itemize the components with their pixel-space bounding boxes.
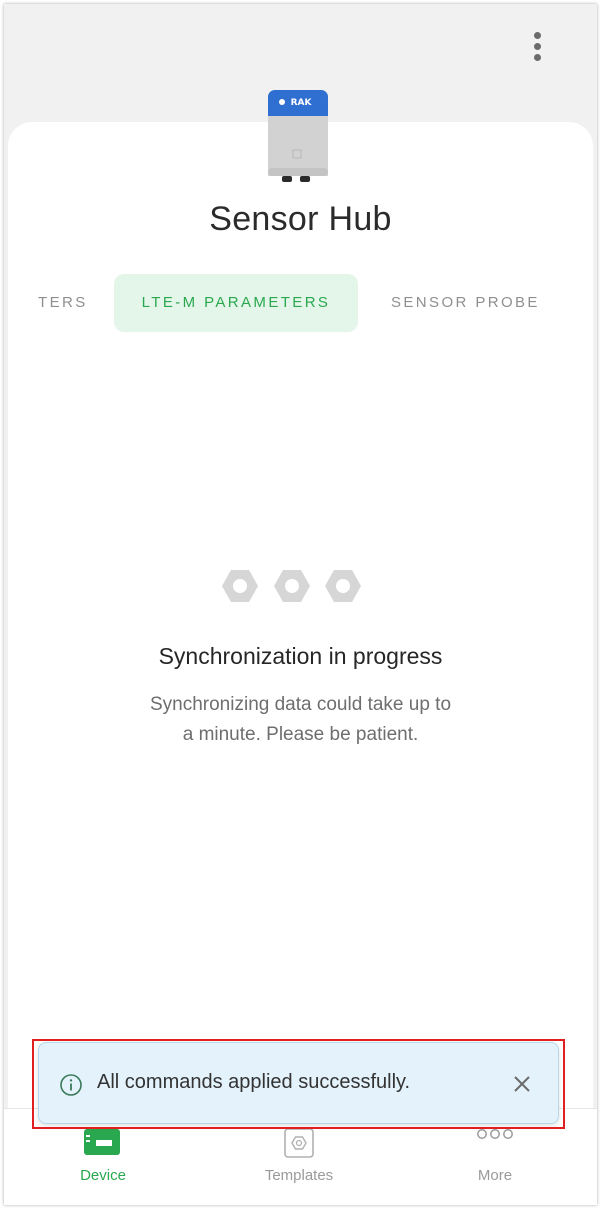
hex-nut-icon [274,570,310,602]
device-icon [84,1129,120,1155]
success-toast: All commands applied successfully. [38,1042,559,1124]
info-icon [60,1074,82,1096]
nav-templates-label: Templates [264,1167,334,1184]
close-icon[interactable] [510,1072,534,1096]
hex-nut-icon [222,570,258,602]
rak-device-icon: RAK [268,90,328,182]
sync-description-line-1: Synchronizing data could take up to [149,694,452,715]
sync-description-line-2: a minute. Please be patient. [182,724,419,745]
app-screen: RAK Sensor Hub TERS LTE-M PARAMETERS SEN… [4,4,597,1205]
tab-parameters[interactable]: TERS [38,274,88,332]
hex-nut-icon [325,570,361,602]
more-vertical-icon[interactable] [525,28,549,64]
templates-icon [284,1128,314,1158]
tab-sensor-probe[interactable]: SENSOR PROBE [391,274,540,332]
tab-lte-m-parameters[interactable]: LTE-M PARAMETERS [114,274,358,332]
loading-indicator [222,570,361,602]
nav-more-label: More [477,1167,513,1184]
toast-message: All commands applied successfully. [97,1071,411,1093]
sync-description: Synchronizing data could take up to a mi… [124,690,477,750]
brand-logo: RAK [291,98,313,108]
sync-title: Synchronization in progress [158,643,443,669]
device-title: Sensor Hub [209,200,392,238]
nav-device-label: Device [80,1167,126,1184]
tab-bar: TERS LTE-M PARAMETERS SENSOR PROBE [4,274,597,332]
more-horizontal-icon [477,1129,513,1139]
